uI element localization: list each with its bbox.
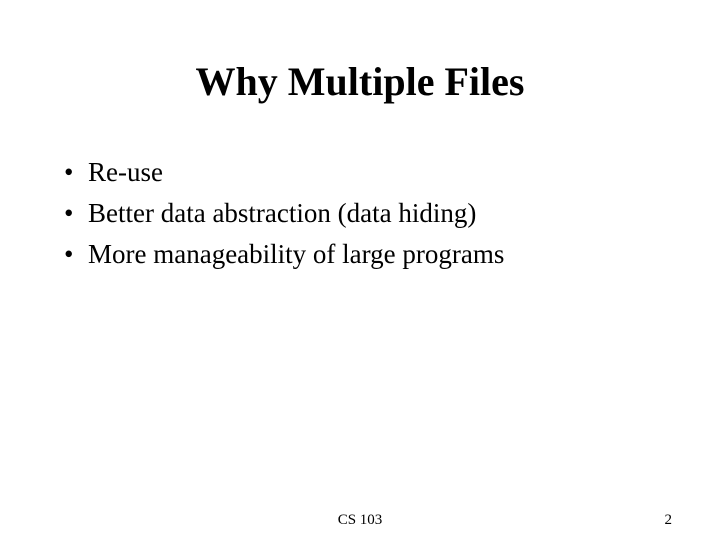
footer-page-number: 2 — [665, 512, 673, 529]
bullet-list: Re-use Better data abstraction (data hid… — [60, 153, 660, 274]
slide: Why Multiple Files Re-use Better data ab… — [0, 0, 720, 540]
list-item: Re-use — [60, 153, 660, 192]
slide-title: Why Multiple Files — [60, 58, 660, 105]
footer-course: CS 103 — [0, 512, 720, 529]
list-item: More manageability of large programs — [60, 235, 660, 274]
list-item: Better data abstraction (data hiding) — [60, 194, 660, 233]
